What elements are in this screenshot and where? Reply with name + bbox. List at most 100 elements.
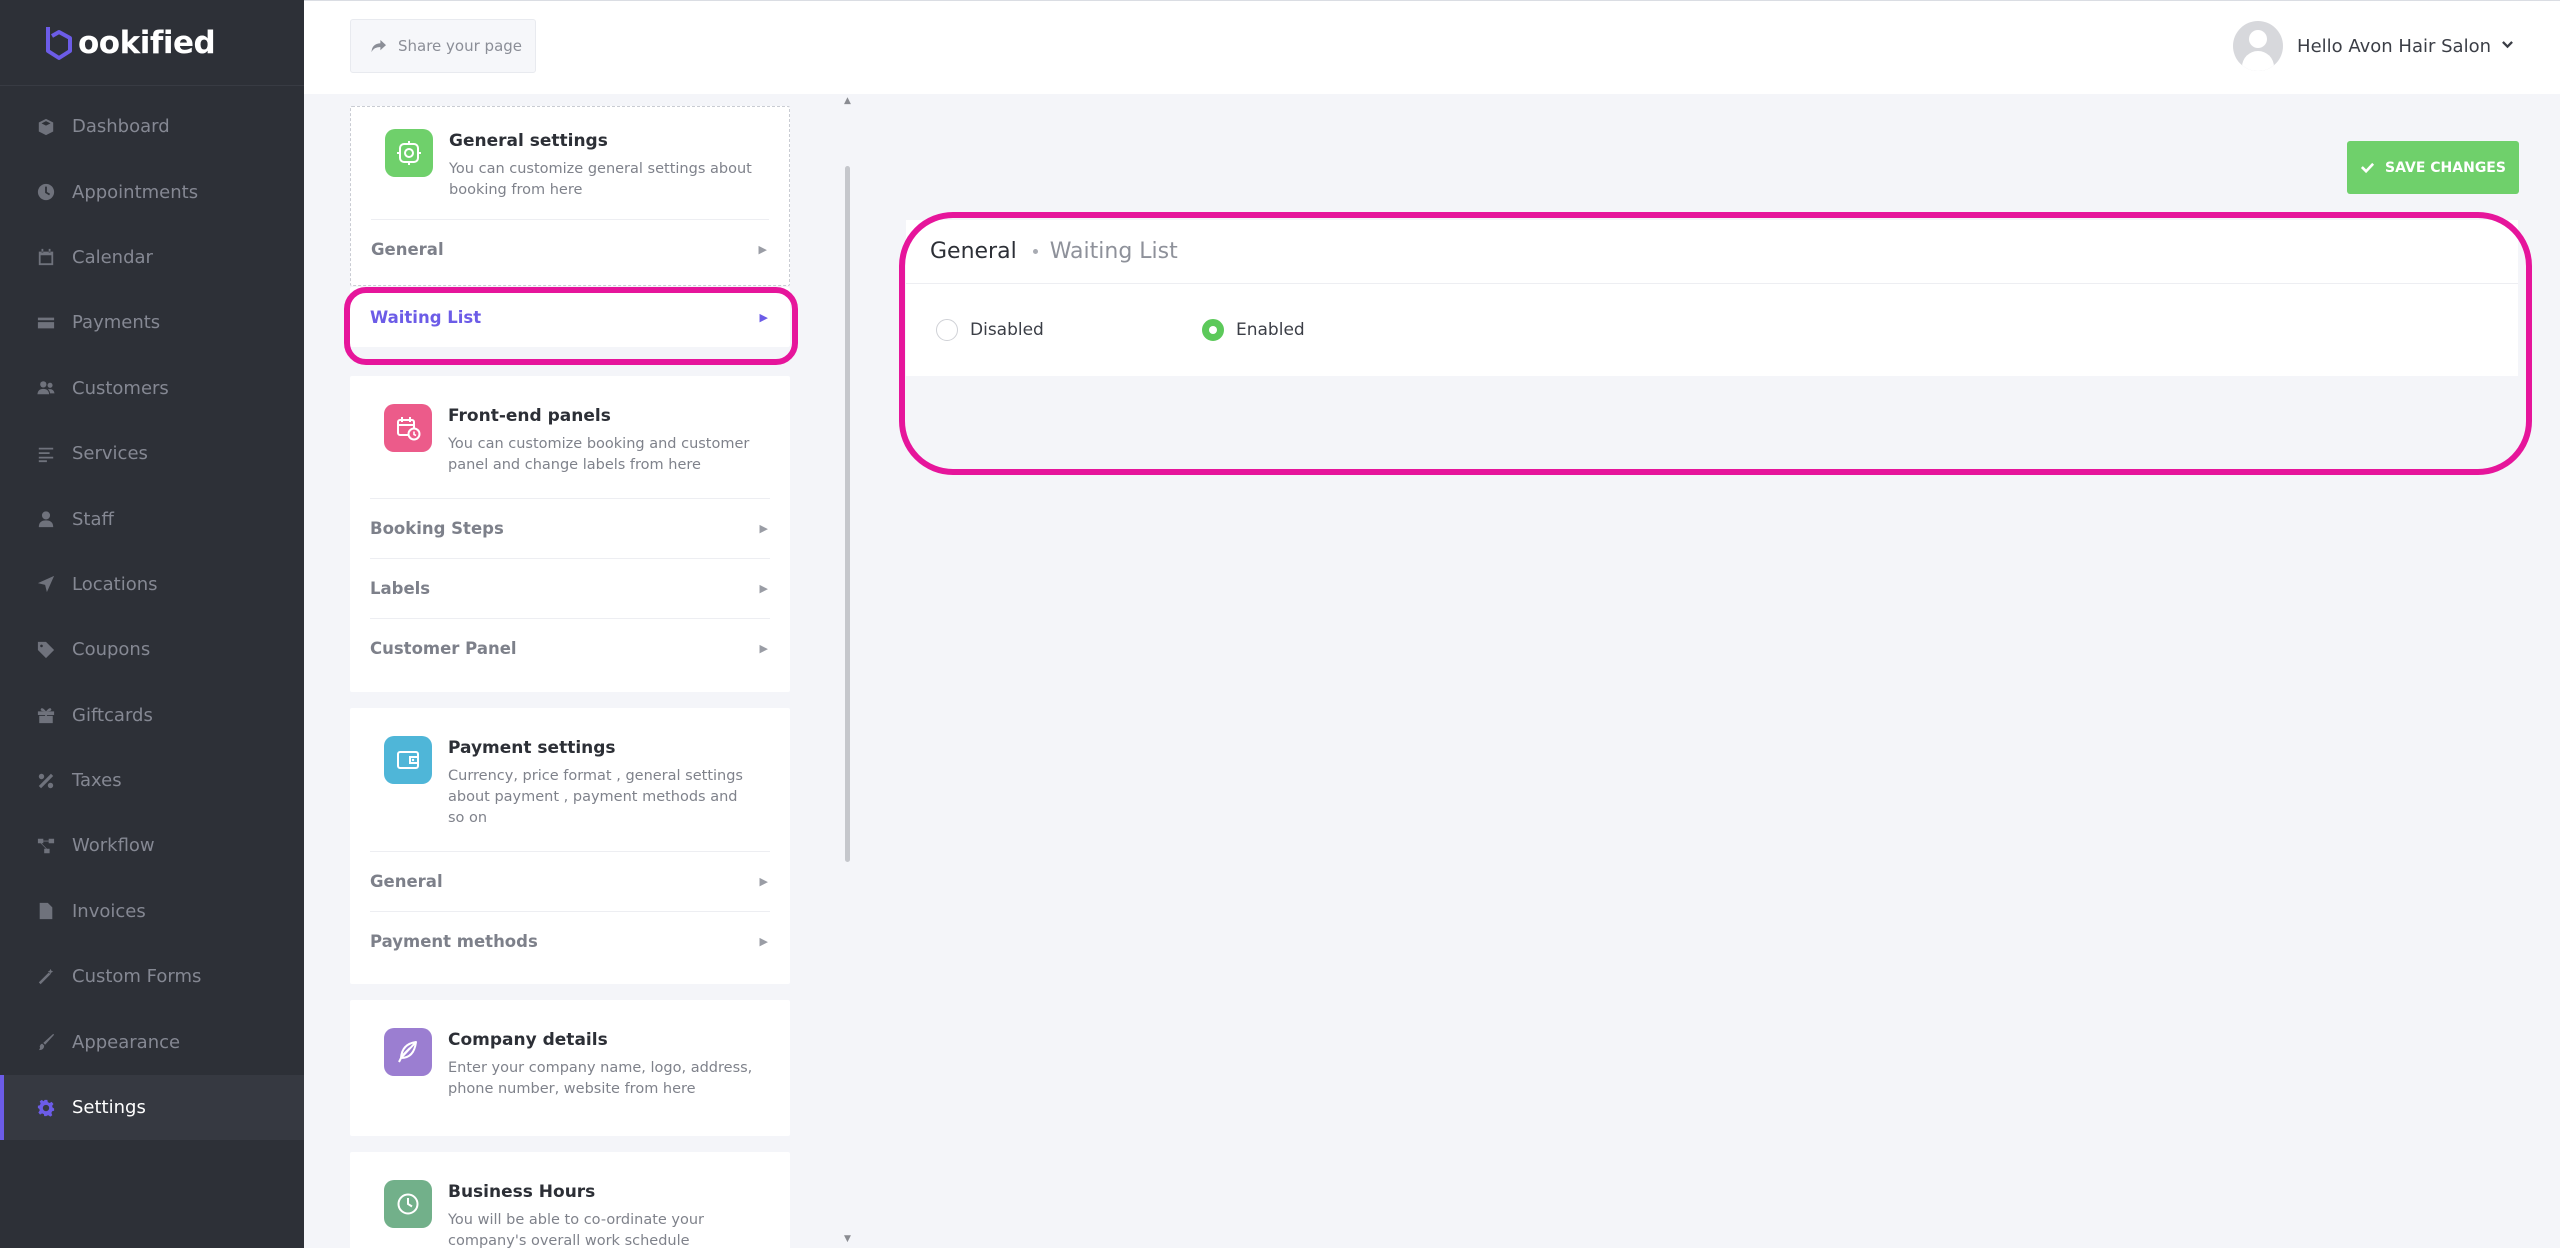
settings-item-general[interactable]: General ▶ [371, 219, 769, 279]
settings-item-label: Booking Steps [370, 519, 504, 538]
user-menu[interactable]: Hello Avon Hair Salon [2233, 21, 2514, 71]
settings-item-booking-steps[interactable]: Booking Steps ▶ [370, 498, 770, 558]
settings-card-company-details[interactable]: Company details Enter your company name,… [350, 1000, 790, 1136]
caret-right-icon: ▶ [759, 582, 768, 595]
sidebar-item-label: Locations [72, 573, 158, 595]
wallet-icon [384, 736, 432, 784]
card-description: You can customize general settings about… [449, 161, 752, 198]
card-description: You will be able to co-ordinate your com… [448, 1212, 705, 1248]
sidebar-item-custom-forms[interactable]: Custom Forms [0, 944, 304, 1009]
user-greeting: Hello Avon Hair Salon [2297, 35, 2491, 57]
sidebar-item-label: Giftcards [72, 704, 153, 726]
sidebar-item-label: Services [72, 443, 148, 465]
sidebar-item-label: Customers [72, 377, 169, 399]
sidebar-item-settings[interactable]: Settings [0, 1074, 304, 1141]
sidebar-item-label: Workflow [72, 835, 155, 857]
logo-mark-icon [46, 26, 72, 60]
feather-icon [384, 1028, 432, 1076]
cog-icon [36, 1098, 56, 1118]
check-icon [2360, 162, 2375, 174]
sidebar-item-calendar[interactable]: Calendar [0, 225, 304, 290]
clock-icon [384, 1180, 432, 1228]
settings-item-payment-general[interactable]: General ▶ [370, 851, 770, 911]
sidebar-item-payments[interactable]: Payments [0, 290, 304, 355]
sidebar-item-locations[interactable]: Locations [0, 552, 304, 617]
top-bar: Share your page Hello Avon Hair Salon [304, 0, 2560, 94]
gift-icon [36, 705, 56, 725]
credit-card-icon [36, 313, 56, 333]
sidebar-item-label: Settings [72, 1097, 146, 1119]
sidebar-item-label: Appointments [72, 181, 199, 203]
scroll-up-arrow-icon[interactable]: ▲ [844, 96, 851, 106]
sidebar-item-label: Dashboard [72, 116, 170, 138]
sidebar-item-invoices[interactable]: Invoices [0, 879, 304, 944]
settings-item-label: Payment methods [370, 932, 538, 951]
file-icon [36, 901, 56, 921]
sidebar-item-label: Calendar [72, 246, 153, 268]
settings-item-customer-panel[interactable]: Customer Panel ▶ [370, 618, 770, 678]
brand-name: ookified [78, 24, 216, 61]
caret-right-icon: ▶ [759, 642, 768, 655]
magic-wand-icon [36, 967, 56, 987]
card-description: Enter your company name, logo, address, … [448, 1060, 753, 1097]
sidebar-item-coupons[interactable]: Coupons [0, 617, 304, 682]
sidebar-nav: Dashboard Appointments Calendar Payments… [0, 86, 304, 1141]
card-title: Front-end panels [448, 406, 611, 426]
calendar-icon [36, 247, 56, 267]
card-title: Payment settings [448, 738, 616, 758]
share-page-button[interactable]: Share your page [350, 19, 536, 73]
sidebar-item-taxes[interactable]: Taxes [0, 748, 304, 813]
settings-card-payment: Payment settings Currency, price format … [350, 708, 790, 984]
chevron-down-icon [2501, 37, 2514, 56]
highlight-waiting-list [344, 287, 798, 365]
settings-item-label: Customer Panel [370, 639, 517, 658]
settings-menu: General settings You can customize gener… [304, 94, 854, 1248]
sidebar-item-services[interactable]: Services [0, 421, 304, 486]
sidebar-item-customers[interactable]: Customers [0, 356, 304, 421]
avatar [2233, 21, 2284, 71]
caret-right-icon: ▶ [759, 522, 768, 535]
users-icon [36, 378, 56, 398]
clock-icon [36, 182, 56, 202]
save-changes-label: SAVE CHANGES [2385, 159, 2506, 176]
sidebar-item-appearance[interactable]: Appearance [0, 1009, 304, 1074]
list-icon [36, 444, 56, 464]
percent-icon [36, 771, 56, 791]
card-title: Company details [448, 1030, 608, 1050]
settings-card-general: General settings You can customize gener… [350, 106, 790, 286]
settings-item-payment-methods[interactable]: Payment methods ▶ [370, 911, 770, 971]
brush-icon [36, 1032, 56, 1052]
share-page-label: Share your page [398, 37, 523, 55]
gear-icon [385, 129, 433, 177]
settings-card-front-end-panels: Front-end panels You can customize booki… [350, 376, 790, 692]
sidebar-item-appointments[interactable]: Appointments [0, 159, 304, 224]
sidebar-item-dashboard[interactable]: Dashboard [0, 94, 304, 159]
card-description: Currency, price format , general setting… [448, 768, 743, 826]
cube-icon [36, 117, 56, 137]
sidebar-item-staff[interactable]: Staff [0, 486, 304, 551]
sidebar-item-label: Staff [72, 508, 114, 530]
sidebar-item-label: Coupons [72, 639, 151, 661]
scrollbar-thumb[interactable] [845, 166, 850, 862]
settings-item-label: General [370, 872, 443, 891]
workflow-icon [36, 836, 56, 856]
card-title: Business Hours [448, 1182, 596, 1202]
settings-item-label: Labels [370, 579, 431, 598]
card-description: You can customize booking and customer p… [448, 436, 750, 473]
sidebar-item-giftcards[interactable]: Giftcards [0, 683, 304, 748]
sidebar-item-workflow[interactable]: Workflow [0, 813, 304, 878]
settings-item-labels[interactable]: Labels ▶ [370, 558, 770, 618]
sidebar-item-label: Payments [72, 312, 161, 334]
sidebar-item-label: Appearance [72, 1031, 181, 1053]
tag-icon [36, 640, 56, 660]
location-arrow-icon [36, 574, 56, 594]
settings-card-business-hours[interactable]: Business Hours You will be able to co-or… [350, 1152, 790, 1248]
save-changes-button[interactable]: SAVE CHANGES [2347, 141, 2519, 194]
highlight-waiting-list-panel [899, 212, 2532, 475]
share-icon [371, 39, 386, 52]
scroll-down-arrow-icon[interactable]: ▼ [844, 1234, 851, 1244]
settings-item-label: General [371, 240, 444, 259]
sidebar-item-label: Taxes [72, 770, 122, 792]
brand-logo[interactable]: ookified [0, 0, 304, 86]
card-title: General settings [449, 131, 608, 151]
